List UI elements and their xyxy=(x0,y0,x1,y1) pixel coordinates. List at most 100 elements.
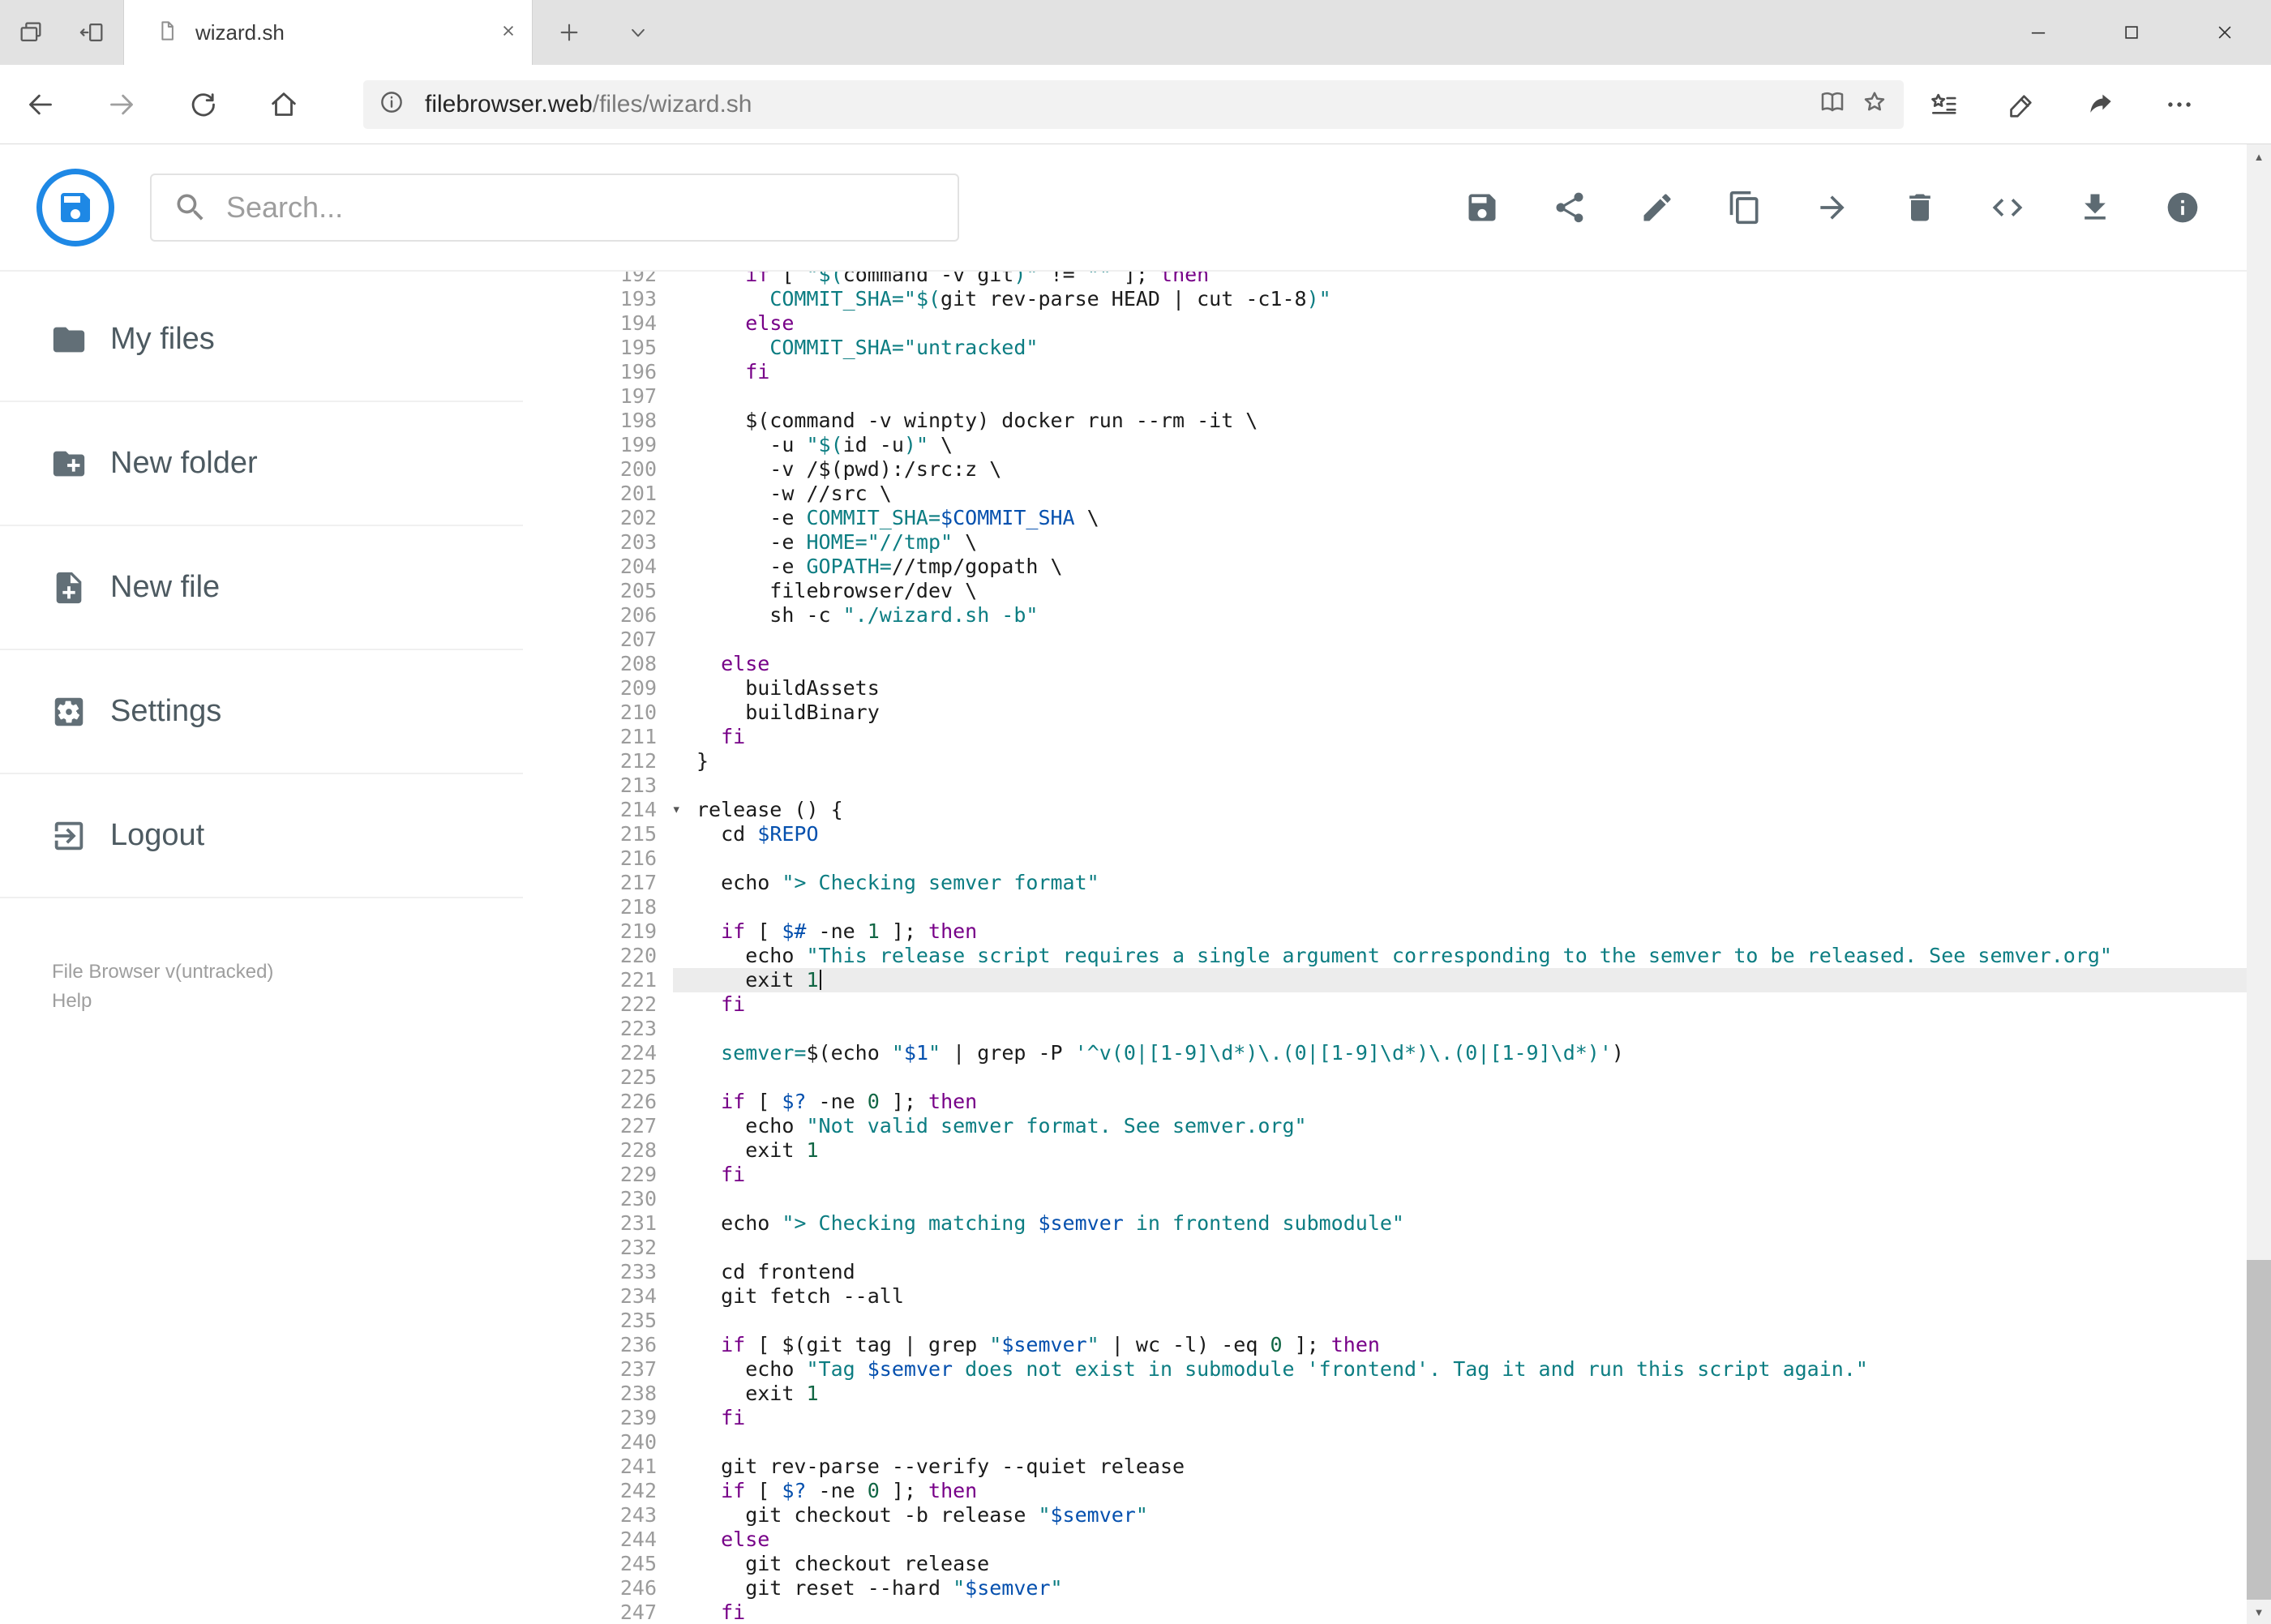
fold-arrow-icon[interactable]: ▾ xyxy=(672,797,681,821)
code-line[interactable]: 238 exit 1 xyxy=(523,1382,2271,1406)
home-button[interactable] xyxy=(243,65,324,144)
tab-dropdown-icon[interactable] xyxy=(606,0,671,65)
forward-button[interactable] xyxy=(81,65,162,144)
sidebar-item-my-files[interactable]: My files xyxy=(0,278,523,402)
minimize-button[interactable] xyxy=(1991,0,2085,65)
code-line[interactable]: 217 echo "> Checking semver format" xyxy=(523,871,2271,895)
new-tab-icon[interactable] xyxy=(533,0,606,65)
code-line[interactable]: 242 if [ $? -ne 0 ]; then xyxy=(523,1479,2271,1503)
code-line[interactable]: 240 xyxy=(523,1430,2271,1455)
code-line[interactable]: 218 xyxy=(523,895,2271,919)
code-line[interactable]: 232 xyxy=(523,1236,2271,1260)
code-line[interactable]: 203 -e HOME="//tmp" \ xyxy=(523,530,2271,555)
sidebar-item-new-file[interactable]: New file xyxy=(0,526,523,650)
code-line[interactable]: 237 echo "Tag $semver does not exist in … xyxy=(523,1357,2271,1382)
code-line[interactable]: 206 sh -c "./wizard.sh -b" xyxy=(523,603,2271,628)
code-line[interactable]: 213 xyxy=(523,773,2271,798)
rename-button[interactable] xyxy=(1613,164,1701,251)
search-input[interactable] xyxy=(226,190,936,225)
browser-tab[interactable]: wizard.sh xyxy=(123,0,533,65)
ink-pen-icon[interactable] xyxy=(1982,65,2061,144)
tabs-aside-list-icon[interactable] xyxy=(0,0,62,65)
scrollbar-thumb[interactable] xyxy=(2247,1260,2271,1600)
save-button[interactable] xyxy=(1438,164,1526,251)
code-line[interactable]: 212} xyxy=(523,749,2271,773)
copy-button[interactable] xyxy=(1701,164,1789,251)
code-line[interactable]: 226 if [ $? -ne 0 ]; then xyxy=(523,1090,2271,1114)
code-line[interactable]: 247 fi xyxy=(523,1600,2271,1624)
favorites-hub-icon[interactable] xyxy=(1904,65,1982,144)
code-line[interactable]: 224 semver=$(echo "$1" | grep -P '^v(0|[… xyxy=(523,1041,2271,1065)
info-button[interactable] xyxy=(2139,164,2226,251)
back-button[interactable] xyxy=(0,65,81,144)
code-line[interactable]: 207 xyxy=(523,628,2271,652)
code-line[interactable]: 192 if [ "$(command -v git)" != "" ]; th… xyxy=(523,272,2271,287)
maximize-button[interactable] xyxy=(2085,0,2178,65)
source-view-button[interactable] xyxy=(1964,164,2051,251)
reading-view-icon[interactable] xyxy=(1818,88,1847,121)
code-line[interactable]: 201 -w //src \ xyxy=(523,482,2271,506)
code-line[interactable]: 220 echo "This release script requires a… xyxy=(523,944,2271,968)
code-line[interactable]: 228 exit 1 xyxy=(523,1138,2271,1163)
code-line[interactable]: 197 xyxy=(523,384,2271,409)
code-editor[interactable]: 192 if [ "$(command -v git)" != "" ]; th… xyxy=(523,272,2271,1624)
code-line[interactable]: 211 fi xyxy=(523,725,2271,749)
code-line[interactable]: 236 if [ $(git tag | grep "$semver" | wc… xyxy=(523,1333,2271,1357)
code-line[interactable]: 202 -e COMMIT_SHA=$COMMIT_SHA \ xyxy=(523,506,2271,530)
code-line[interactable]: 219 if [ $# -ne 1 ]; then xyxy=(523,919,2271,944)
code-line[interactable]: 196 fi xyxy=(523,360,2271,384)
site-info-icon[interactable] xyxy=(378,88,405,120)
code-line[interactable]: 210 buildBinary xyxy=(523,701,2271,725)
share-icon[interactable] xyxy=(2061,65,2140,144)
code-line[interactable]: 215 cd $REPO xyxy=(523,822,2271,846)
code-line[interactable]: 244 else xyxy=(523,1528,2271,1552)
close-tab-icon[interactable] xyxy=(498,20,519,45)
delete-button[interactable] xyxy=(1876,164,1964,251)
code-line[interactable]: 193 COMMIT_SHA="$(git rev-parse HEAD | c… xyxy=(523,287,2271,311)
code-line[interactable]: 205 filebrowser/dev \ xyxy=(523,579,2271,603)
code-line[interactable]: 194 else xyxy=(523,311,2271,336)
help-link[interactable]: Help xyxy=(52,987,273,1016)
code-line[interactable]: 239 fi xyxy=(523,1406,2271,1430)
code-line[interactable]: 204 -e GOPATH=//tmp/gopath \ xyxy=(523,555,2271,579)
code-line[interactable]: 227 echo "Not valid semver format. See s… xyxy=(523,1114,2271,1138)
download-button[interactable] xyxy=(2051,164,2139,251)
code-line[interactable]: 209 buildAssets xyxy=(523,676,2271,701)
sidebar-item-settings[interactable]: Settings xyxy=(0,650,523,774)
sidebar-item-new-folder[interactable]: New folder xyxy=(0,402,523,526)
url-field[interactable]: filebrowser.web/files/wizard.sh xyxy=(363,79,1904,129)
code-line[interactable]: 195 COMMIT_SHA="untracked" xyxy=(523,336,2271,360)
close-window-button[interactable] xyxy=(2178,0,2271,65)
more-options-icon[interactable] xyxy=(2140,65,2218,144)
code-line[interactable]: 235 xyxy=(523,1309,2271,1333)
code-line[interactable]: 229 fi xyxy=(523,1163,2271,1187)
favorite-star-icon[interactable] xyxy=(1860,88,1889,121)
code-line[interactable]: 198 $(command -v winpty) docker run --rm… xyxy=(523,409,2271,433)
code-line[interactable]: 214 ▾ release () { xyxy=(523,798,2271,822)
code-line[interactable]: 234 git fetch --all xyxy=(523,1284,2271,1309)
set-tabs-aside-icon[interactable] xyxy=(62,0,123,65)
code-line[interactable]: 243 git checkout -b release "$semver" xyxy=(523,1503,2271,1528)
code-line[interactable]: 199 -u "$(id -u)" \ xyxy=(523,433,2271,457)
search-box[interactable] xyxy=(150,173,959,242)
share-button[interactable] xyxy=(1526,164,1613,251)
code-line[interactable]: 230 xyxy=(523,1187,2271,1211)
code-line[interactable]: 246 git reset --hard "$semver" xyxy=(523,1576,2271,1600)
code-line[interactable]: 216 xyxy=(523,846,2271,871)
code-line[interactable]: 221 exit 1 xyxy=(523,968,2271,992)
scroll-up-icon[interactable]: ▲ xyxy=(2247,144,2271,169)
code-line[interactable]: 241 git rev-parse --verify --quiet relea… xyxy=(523,1455,2271,1479)
code-line[interactable]: 233 cd frontend xyxy=(523,1260,2271,1284)
vertical-scrollbar[interactable]: ▲ ▼ xyxy=(2247,144,2271,1624)
refresh-button[interactable] xyxy=(162,65,243,144)
code-line[interactable]: 225 xyxy=(523,1065,2271,1090)
code-line[interactable]: 223 xyxy=(523,1017,2271,1041)
sidebar-item-logout[interactable]: Logout xyxy=(0,774,523,898)
code-line[interactable]: 231 echo "> Checking matching $semver in… xyxy=(523,1211,2271,1236)
code-line[interactable]: 222 fi xyxy=(523,992,2271,1017)
scroll-down-icon[interactable]: ▼ xyxy=(2247,1600,2271,1624)
code-line[interactable]: 208 else xyxy=(523,652,2271,676)
code-line[interactable]: 245 git checkout release xyxy=(523,1552,2271,1576)
code-line[interactable]: 200 -v /$(pwd):/src:z \ xyxy=(523,457,2271,482)
move-button[interactable] xyxy=(1789,164,1876,251)
